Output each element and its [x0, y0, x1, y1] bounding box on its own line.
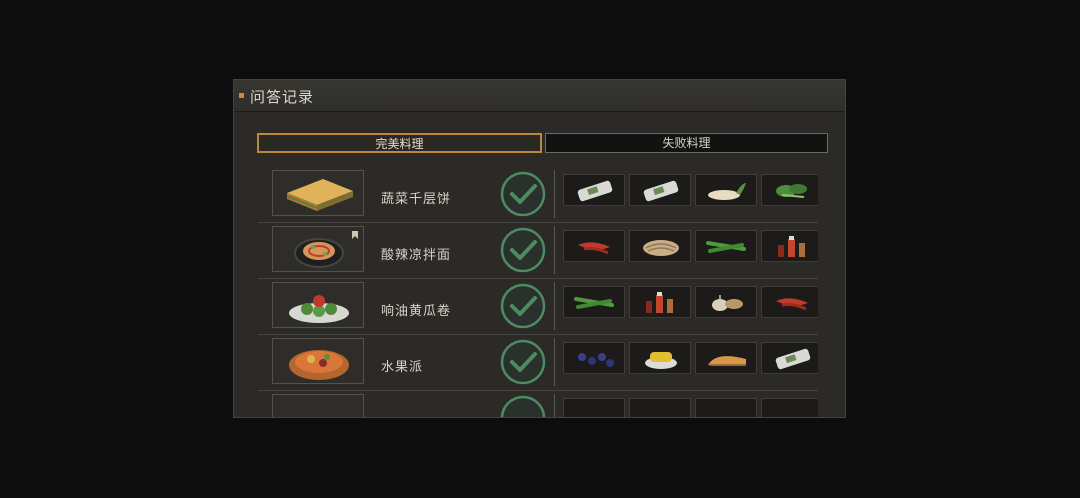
dish-thumb-partial: [272, 394, 364, 417]
flour-bag-icon: [563, 174, 625, 206]
corn-icon: [629, 342, 691, 374]
dish-name: 酸辣凉拌面: [381, 248, 452, 263]
garlic-ginger-icon: [695, 286, 757, 318]
dish-row[interactable]: 水果派: [258, 334, 818, 391]
check-icon: [498, 169, 548, 219]
sauce-bottles-icon: [761, 230, 818, 262]
cold-noodles-icon: [272, 226, 364, 272]
flour-bag-icon: [629, 174, 691, 206]
bread-icon: [695, 342, 757, 374]
dish-name: 响油黄瓜卷: [381, 304, 452, 319]
ingredient-slot: [761, 398, 818, 417]
layered-pancake-icon: [272, 170, 364, 216]
dish-row[interactable]: 蔬菜千层饼: [258, 166, 818, 223]
row-divider: [554, 394, 555, 417]
tab-failed-dishes[interactable]: 失败料理: [545, 133, 828, 153]
blueberries-icon: [563, 342, 625, 374]
chili-pepper-icon: [761, 286, 818, 318]
cucumber-rolls-icon: [272, 282, 364, 328]
dish-name: 蔬菜千层饼: [381, 192, 452, 207]
green-beans-icon: [563, 286, 625, 318]
ingredient-slot: [695, 398, 757, 417]
row-divider: [554, 338, 555, 386]
dish-list[interactable]: 蔬菜千层饼 酸辣凉拌面 响油黄瓜卷 水果派: [258, 166, 818, 417]
dish-row[interactable]: 酸辣凉拌面: [258, 222, 818, 279]
green-beans-icon: [695, 230, 757, 262]
qa-record-panel: 问答记录 完美料理 失败料理 蔬菜千层饼 酸辣凉拌面 响油黄瓜卷 水果派: [233, 79, 846, 418]
row-divider: [554, 226, 555, 274]
check-icon: [498, 225, 548, 275]
sauce-bottles-icon: [629, 286, 691, 318]
dish-row[interactable]: 响油黄瓜卷: [258, 278, 818, 335]
ingredient-slot: [563, 398, 625, 417]
header-marker-icon: [239, 93, 244, 98]
ingredient-slot: [629, 398, 691, 417]
check-icon: [498, 393, 548, 417]
chili-pepper-icon: [563, 230, 625, 262]
check-icon: [498, 281, 548, 331]
row-divider: [554, 170, 555, 218]
panel-title: 问答记录: [250, 88, 315, 106]
noodles-bundle-icon: [629, 230, 691, 262]
check-icon: [498, 337, 548, 387]
fruit-pie-icon: [272, 338, 364, 384]
flour-bag-icon: [761, 342, 818, 374]
dish-row[interactable]: [258, 390, 818, 417]
bookmark-icon: [352, 231, 358, 239]
panel-header: 问答记录: [234, 80, 845, 112]
dish-name: 水果派: [381, 360, 424, 375]
greens-icon: [761, 174, 818, 206]
tab-perfect-dishes[interactable]: 完美料理: [257, 133, 542, 153]
row-divider: [554, 282, 555, 330]
radish-icon: [695, 174, 757, 206]
